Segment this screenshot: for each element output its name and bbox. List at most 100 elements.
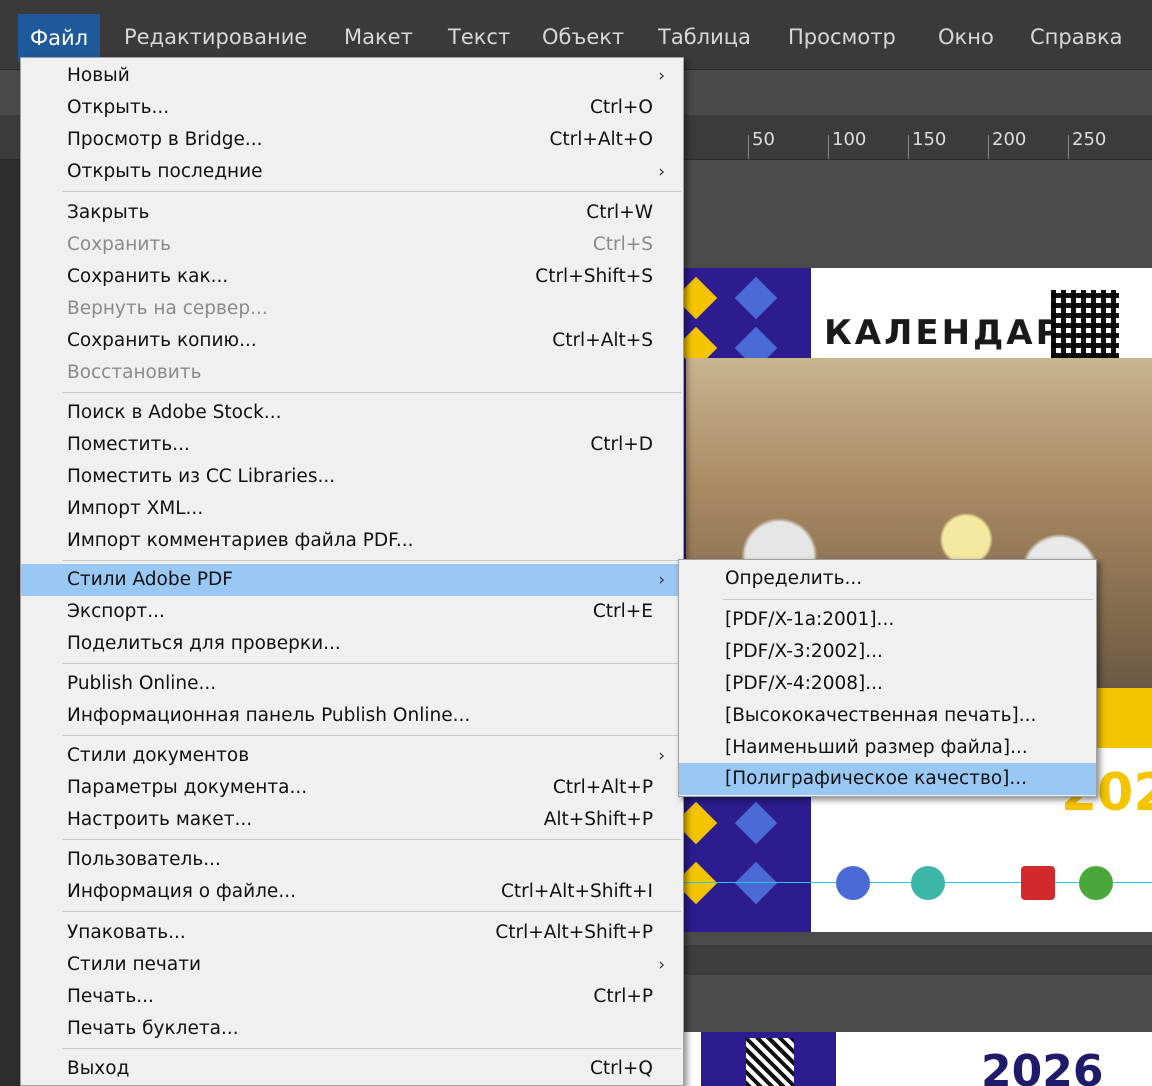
menu-item-adjust-layout[interactable]: Настроить макет... Alt+Shift+P — [21, 804, 683, 836]
ornament-shape — [734, 861, 778, 905]
submenu-item-label: [Полиграфическое качество]... — [725, 768, 1028, 789]
menu-item-place-from-cc-libraries[interactable]: Поместить из CC Libraries... — [21, 461, 683, 493]
menu-separator — [63, 663, 681, 664]
menu-item-exit[interactable]: Выход Ctrl+Q — [21, 1053, 683, 1085]
menu-item-package[interactable]: Упаковать... Ctrl+Alt+Shift+P — [21, 917, 683, 949]
submenu-item-pdfx-1a[interactable]: [PDF/X-1a:2001]... — [679, 604, 1096, 636]
menu-layout[interactable]: Макет — [332, 12, 425, 62]
menu-separator — [63, 1048, 681, 1049]
menu-item-shortcut: Ctrl+Alt+P — [552, 777, 653, 798]
menu-view[interactable]: Просмотр — [776, 12, 908, 62]
submenu-item-label: [PDF/X-1a:2001]... — [725, 609, 895, 630]
menu-item-export[interactable]: Экспорт... Ctrl+E — [21, 596, 683, 628]
document-page-2[interactable]: 2026 — [660, 1032, 1152, 1086]
submenu-item-high-quality-print[interactable]: [Высококачественная печать]... — [679, 700, 1096, 732]
menu-item-import-pdf-comments[interactable]: Импорт комментариев файла PDF... — [21, 525, 683, 557]
menu-item-print-booklet[interactable]: Печать буклета... — [21, 1013, 683, 1045]
menu-item-print-presets[interactable]: Стили печати › — [21, 949, 683, 981]
menu-item-check-in: Вернуть на сервер... — [21, 293, 683, 325]
menu-item-document-setup[interactable]: Параметры документа... Ctrl+Alt+P — [21, 772, 683, 804]
ornament-shape — [734, 801, 778, 845]
ruler-tick — [748, 135, 749, 159]
submenu-item-pdfx-3[interactable]: [PDF/X-3:2002]... — [679, 636, 1096, 668]
menu-separator — [63, 191, 681, 192]
menu-type[interactable]: Текст — [436, 12, 522, 62]
menu-item-adobe-pdf-presets[interactable]: Стили Adobe PDF › — [21, 564, 683, 596]
ruler-label: 150 — [912, 129, 947, 150]
menu-item-label: Открыть последние — [67, 161, 263, 182]
logo-icon — [1079, 866, 1113, 900]
menu-item-label: Сохранить — [67, 234, 172, 255]
menu-item-share-for-review[interactable]: Поделиться для проверки... — [21, 628, 683, 660]
submenu-item-smallest-file-size[interactable]: [Наименьший размер файла]... — [679, 732, 1096, 764]
menu-item-label: Импорт XML... — [67, 498, 204, 519]
menu-item-new[interactable]: Новый › — [21, 60, 683, 92]
menu-item-import-xml[interactable]: Импорт XML... — [21, 493, 683, 525]
menu-separator — [723, 599, 1093, 600]
ornament-shape — [734, 276, 778, 320]
menu-item-label: Упаковать... — [67, 922, 186, 943]
menu-item-user[interactable]: Пользователь... — [21, 844, 683, 876]
menu-item-label: Настроить макет... — [67, 809, 253, 830]
year-label: 2026 — [981, 1046, 1104, 1086]
menu-item-label: Стили Adobe PDF — [67, 569, 233, 590]
qr-code-icon — [746, 1038, 794, 1086]
submenu-item-define[interactable]: Определить... — [679, 563, 1096, 595]
menu-item-publish-online[interactable]: Publish Online... — [21, 668, 683, 700]
submenu-arrow-icon: › — [658, 66, 665, 86]
menu-item-label: Стили документов — [67, 745, 250, 766]
menu-table[interactable]: Таблица — [646, 12, 763, 62]
menu-item-open-recent[interactable]: Открыть последние › — [21, 156, 683, 188]
menu-item-shortcut: Ctrl+O — [590, 97, 653, 118]
menu-item-save-copy[interactable]: Сохранить копию... Ctrl+Alt+S — [21, 325, 683, 357]
menu-item-shortcut: Ctrl+P — [593, 986, 653, 1007]
menu-item-label: Печать буклета... — [67, 1018, 239, 1039]
menu-item-document-presets[interactable]: Стили документов › — [21, 740, 683, 772]
submenu-arrow-icon: › — [658, 570, 665, 590]
menu-item-shortcut: Ctrl+Q — [590, 1058, 653, 1079]
menu-item-shortcut: Ctrl+Alt+Shift+I — [501, 881, 653, 902]
menu-help[interactable]: Справка — [1018, 12, 1135, 62]
menu-item-label: Новый — [67, 65, 130, 86]
qr-code-icon — [1051, 290, 1119, 358]
menu-item-search-adobe-stock[interactable]: Поиск в Adobe Stock... — [21, 397, 683, 429]
menu-item-shortcut: Ctrl+Shift+S — [535, 266, 653, 287]
menu-item-shortcut: Ctrl+W — [586, 202, 653, 223]
menu-item-browse-in-bridge[interactable]: Просмотр в Bridge... Ctrl+Alt+O — [21, 124, 683, 156]
menu-item-save-as[interactable]: Сохранить как... Ctrl+Shift+S — [21, 261, 683, 293]
submenu-item-press-quality[interactable]: [Полиграфическое качество]... — [679, 763, 1096, 795]
ruler-tick — [908, 135, 909, 159]
menu-item-label: Publish Online... — [67, 673, 217, 694]
menu-separator — [63, 911, 681, 912]
menu-item-label: Открыть... — [67, 97, 170, 118]
menu-item-save: Сохранить Ctrl+S — [21, 229, 683, 261]
menu-item-shortcut: Ctrl+Alt+Shift+P — [495, 922, 653, 943]
menu-item-open[interactable]: Открыть... Ctrl+O — [21, 92, 683, 124]
menu-item-label: Сохранить как... — [67, 266, 229, 287]
menu-object[interactable]: Объект — [530, 12, 636, 62]
menu-edit[interactable]: Редактирование — [112, 12, 319, 62]
vertical-ruler[interactable] — [0, 160, 20, 1086]
adobe-pdf-presets-submenu: Определить... [PDF/X-1a:2001]... [PDF/X-… — [678, 559, 1097, 797]
menu-item-shortcut: Ctrl+D — [590, 434, 653, 455]
ruler-tick — [828, 135, 829, 159]
menu-file[interactable]: Файл — [18, 14, 101, 62]
sport-logo-icon — [911, 866, 945, 900]
menu-item-label: Выход — [67, 1058, 130, 1079]
menu-item-label: Восстановить — [67, 362, 202, 383]
submenu-item-pdfx-4[interactable]: [PDF/X-4:2008]... — [679, 668, 1096, 700]
menu-item-publish-online-dashboard[interactable]: Информационная панель Publish Online... — [21, 700, 683, 732]
menu-item-label: Стили печати — [67, 954, 201, 975]
submenu-item-label: [Высококачественная печать]... — [725, 705, 1037, 726]
menu-item-close[interactable]: Закрыть Ctrl+W — [21, 197, 683, 229]
ruler-label: 200 — [992, 129, 1027, 150]
menu-window[interactable]: Окно — [926, 12, 1006, 62]
menu-item-place[interactable]: Поместить... Ctrl+D — [21, 429, 683, 461]
menu-item-label: Закрыть — [67, 202, 150, 223]
menu-item-file-info[interactable]: Информация о файле... Ctrl+Alt+Shift+I — [21, 876, 683, 908]
menu-item-label: Поделиться для проверки... — [67, 633, 341, 654]
menu-item-shortcut: Alt+Shift+P — [543, 809, 653, 830]
submenu-arrow-icon: › — [658, 955, 665, 975]
menu-item-label: Поиск в Adobe Stock... — [67, 402, 282, 423]
menu-item-print[interactable]: Печать... Ctrl+P — [21, 981, 683, 1013]
